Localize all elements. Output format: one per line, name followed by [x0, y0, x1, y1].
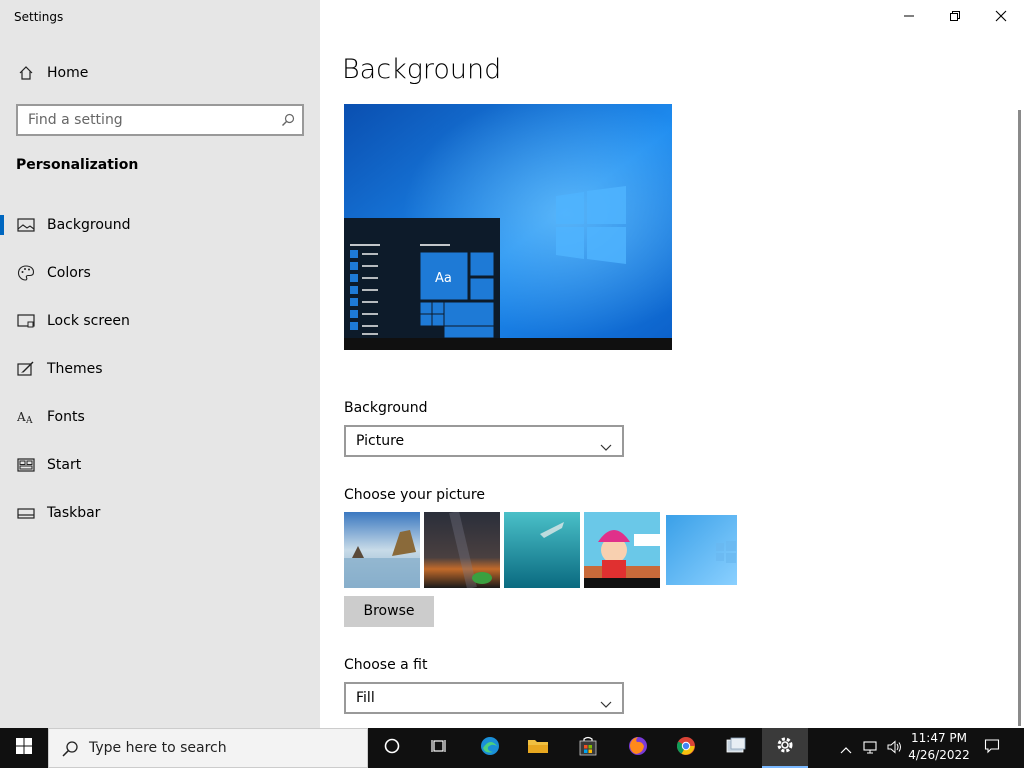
- search-box[interactable]: [16, 104, 304, 136]
- app-button[interactable]: [716, 728, 756, 768]
- sidebar-item-label: Background: [47, 217, 131, 233]
- store-button[interactable]: [568, 728, 608, 768]
- file-explorer-button[interactable]: [518, 728, 558, 768]
- taskbar-search-box[interactable]: Type here to search: [48, 728, 368, 768]
- start-icon: [17, 456, 35, 474]
- settings-icon: [775, 735, 795, 759]
- picture-thumbnail[interactable]: [584, 512, 660, 588]
- background-dropdown-value: Picture: [356, 433, 405, 449]
- close-icon: [995, 7, 1007, 26]
- chrome-button[interactable]: [666, 728, 706, 768]
- sidebar-item-themes[interactable]: Themes: [0, 349, 320, 389]
- task-view-button[interactable]: [420, 728, 460, 768]
- choose-picture-label: Choose your picture: [344, 487, 485, 503]
- sidebar-item-label: Taskbar: [47, 505, 101, 521]
- sidebar-item-start[interactable]: Start: [0, 445, 320, 485]
- sidebar-item-home[interactable]: Home: [0, 53, 320, 93]
- taskbar-search-placeholder: Type here to search: [89, 740, 227, 756]
- picture-icon: [17, 216, 35, 234]
- desktop-preview: Aa: [344, 104, 672, 350]
- clock[interactable]: 11:47 PM 4/26/2022: [900, 730, 978, 764]
- minimize-icon: [903, 7, 915, 26]
- lock-screen-icon: [17, 312, 35, 330]
- svg-text:A: A: [17, 410, 26, 424]
- app-icon: [725, 736, 747, 760]
- cortana-button[interactable]: [372, 728, 412, 768]
- chevron-down-icon: [600, 437, 612, 451]
- settings-button[interactable]: [762, 728, 808, 768]
- sidebar: Settings Home Personalization Background…: [0, 0, 320, 728]
- store-icon: [578, 736, 598, 760]
- sidebar-item-label: Start: [47, 457, 82, 473]
- search-icon: [61, 740, 79, 762]
- start-button[interactable]: [0, 728, 48, 768]
- edge-button[interactable]: [470, 728, 510, 768]
- sidebar-item-taskbar[interactable]: Taskbar: [0, 493, 320, 533]
- sidebar-item-label: Lock screen: [47, 313, 130, 329]
- themes-icon: [17, 360, 35, 378]
- svg-text:A: A: [25, 416, 33, 425]
- scrollbar[interactable]: [1018, 110, 1021, 726]
- network-icon: [863, 739, 879, 758]
- taskbar-icon: [17, 504, 35, 522]
- windows-logo-icon: [15, 737, 33, 759]
- preview-sample-text: Aa: [435, 271, 452, 286]
- section-title: Personalization: [16, 157, 139, 173]
- cortana-icon: [383, 737, 401, 759]
- restore-button[interactable]: [932, 0, 978, 32]
- task-view-icon: [431, 737, 449, 759]
- home-icon: [17, 64, 35, 82]
- picture-thumbnail[interactable]: [666, 515, 737, 585]
- choose-fit-label: Choose a fit: [344, 657, 428, 673]
- background-dropdown[interactable]: Picture: [344, 425, 624, 457]
- minimize-button[interactable]: [886, 0, 932, 32]
- sidebar-item-background[interactable]: Background: [0, 205, 320, 245]
- background-label: Background: [344, 400, 428, 416]
- clock-time: 11:47 PM: [911, 731, 967, 745]
- sidebar-item-lock-screen[interactable]: Lock screen: [0, 301, 320, 341]
- sidebar-item-label: Home: [47, 65, 89, 81]
- sidebar-item-fonts[interactable]: AA Fonts: [0, 397, 320, 437]
- sidebar-item-colors[interactable]: Colors: [0, 253, 320, 293]
- clock-date: 4/26/2022: [908, 748, 970, 762]
- taskbar: Type here to search 11:47 PM 4/26/2022: [0, 728, 1024, 768]
- page-title: Background: [342, 54, 502, 85]
- notification-icon: [984, 738, 1000, 758]
- sidebar-item-label: Colors: [47, 265, 91, 281]
- fonts-icon: AA: [17, 408, 35, 426]
- window-title: Settings: [14, 10, 64, 24]
- chrome-icon: [675, 735, 697, 761]
- edge-icon: [479, 735, 501, 761]
- restore-icon: [949, 7, 961, 26]
- search-input[interactable]: [18, 106, 274, 134]
- fit-dropdown-value: Fill: [356, 690, 375, 706]
- palette-icon: [17, 264, 35, 282]
- firefox-button[interactable]: [618, 728, 658, 768]
- close-button[interactable]: [978, 0, 1024, 32]
- sidebar-item-label: Themes: [47, 361, 103, 377]
- firefox-icon: [627, 735, 649, 761]
- chevron-up-icon: [840, 739, 852, 758]
- fit-dropdown[interactable]: Fill: [344, 682, 624, 714]
- search-icon[interactable]: [280, 112, 296, 128]
- sidebar-item-label: Fonts: [47, 409, 85, 425]
- network-button[interactable]: [860, 728, 882, 768]
- chevron-down-icon: [600, 694, 612, 708]
- picture-thumbnail[interactable]: [504, 512, 580, 588]
- picture-thumbnail[interactable]: [424, 512, 500, 588]
- picture-thumbnail[interactable]: [344, 512, 420, 588]
- file-explorer-icon: [527, 737, 549, 759]
- browse-button[interactable]: Browse: [344, 596, 434, 627]
- show-hidden-icons-button[interactable]: [836, 728, 856, 768]
- notifications-button[interactable]: [976, 728, 1008, 768]
